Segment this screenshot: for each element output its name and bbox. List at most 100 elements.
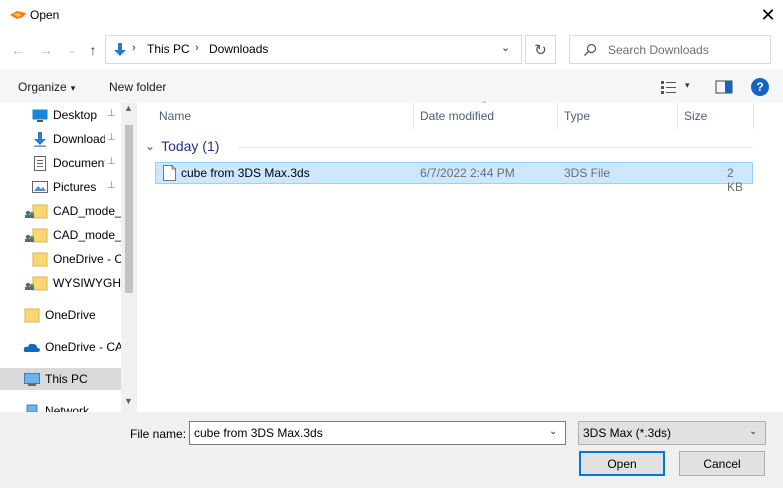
nav-item-onedrive-ca[interactable]: OneDrive - CA	[0, 336, 121, 358]
group-divider	[238, 147, 753, 148]
help-icon[interactable]: ?	[751, 78, 769, 96]
nav-item-pictures[interactable]: Pictures ⊥	[0, 176, 121, 198]
breadcrumb-separator: ›	[132, 42, 136, 54]
nav-item-cad-mode-2[interactable]: CAD_mode_	[0, 224, 121, 246]
up-button[interactable]: ↑	[84, 41, 102, 59]
column-divider[interactable]	[413, 103, 414, 129]
document-icon	[34, 156, 46, 171]
search-input[interactable]	[608, 41, 763, 59]
nav-item-documents[interactable]: Documents ⊥	[0, 152, 121, 174]
window-title: Open	[30, 8, 60, 22]
nav-item-network[interactable]: Network	[0, 400, 121, 412]
view-options-icon[interactable]	[660, 80, 678, 94]
folder-icon	[24, 308, 40, 323]
nav-item-label: CAD_mode_	[53, 204, 121, 218]
app-icon	[10, 11, 26, 19]
column-divider[interactable]	[677, 103, 678, 129]
help-glyph[interactable]: ?	[756, 80, 763, 94]
desktop-icon	[32, 109, 48, 122]
file-type-select[interactable]: 3DS Max (*.3ds) ⌄	[578, 421, 766, 445]
column-header-type[interactable]: Type	[564, 103, 590, 129]
file-name-input[interactable]	[194, 425, 539, 441]
new-folder-button[interactable]: New folder	[109, 80, 166, 94]
navigation-pane: Desktop ⊥ Downloads ⊥ Documents ⊥ Pictur…	[0, 103, 137, 412]
shared-folder-icon	[25, 228, 48, 243]
nav-item-label: Downloads	[53, 132, 105, 146]
this-pc-icon	[24, 373, 40, 386]
chevron-down-icon[interactable]: ⌄	[749, 426, 757, 437]
download-folder-icon	[114, 43, 126, 56]
view-caret-icon[interactable]: ▾	[685, 80, 690, 91]
close-button[interactable]: ✕	[756, 4, 780, 26]
file-date-cell: 6/7/2022 2:44 PM	[420, 166, 515, 180]
breadcrumb-separator: ›	[195, 42, 199, 54]
collapse-chevron-icon[interactable]: ⌄	[145, 139, 155, 153]
address-dropdown-icon[interactable]: ⌄	[501, 41, 510, 54]
scroll-down-icon[interactable]: ▼	[124, 396, 133, 406]
forward-button[interactable]: →	[37, 41, 55, 59]
close-icon[interactable]: ✕	[760, 5, 775, 26]
nav-scrollbar[interactable]: ▲ ▼	[121, 103, 137, 412]
address-bar[interactable]: › This PC › Downloads ⌄	[105, 35, 522, 64]
scroll-up-icon[interactable]: ▲	[124, 103, 133, 113]
group-label: Today (1)	[161, 138, 220, 154]
group-header-today[interactable]: ⌄ Today (1)	[145, 138, 219, 154]
column-header-size[interactable]: Size	[684, 103, 707, 129]
file-list: Name ⌃ Date modified Type Size ⌄ Today (…	[137, 100, 783, 412]
organize-button[interactable]: Organize ▾	[18, 80, 75, 94]
nav-item-label: Desktop	[53, 108, 98, 122]
table-row[interactable]: cube from 3DS Max.3ds 6/7/2022 2:44 PM 3…	[155, 162, 753, 194]
refresh-icon[interactable]: ↻	[534, 41, 547, 59]
nav-item-this-pc[interactable]: This PC	[0, 368, 121, 390]
nav-item-label: Pictures	[53, 180, 97, 194]
download-icon	[34, 132, 46, 147]
file-type-value[interactable]: 3DS Max (*.3ds)	[583, 426, 671, 440]
breadcrumb-downloads[interactable]: Downloads	[209, 42, 268, 56]
recent-locations-button[interactable]: ⌄	[63, 41, 81, 59]
column-header-date-modified[interactable]: Date modified	[420, 103, 494, 129]
shared-folder-icon	[25, 204, 48, 219]
file-name-label: File name:	[130, 427, 187, 441]
folder-icon	[32, 252, 48, 267]
pin-icon: ⊥	[107, 156, 116, 167]
nav-item-label: OneDrive - CA	[45, 340, 121, 354]
nav-item-label: WYSIWYGHe	[53, 276, 121, 290]
network-icon	[26, 404, 38, 412]
pin-icon: ⊥	[107, 132, 116, 143]
chevron-down-icon[interactable]: ⌄	[549, 426, 557, 437]
caret-down-icon[interactable]: ▾	[71, 83, 76, 93]
nav-item-desktop[interactable]: Desktop ⊥	[0, 104, 121, 126]
up-arrow-icon[interactable]: ↑	[90, 42, 97, 58]
preview-pane-icon[interactable]	[715, 80, 733, 94]
cancel-button[interactable]: Cancel	[679, 451, 765, 476]
file-size-cell: 2 KB	[727, 166, 744, 194]
nav-item-label: Documents	[53, 156, 105, 170]
organize-label[interactable]: Organize	[18, 80, 67, 94]
nav-item-onedrive[interactable]: OneDrive	[0, 304, 121, 326]
breadcrumb-this-pc[interactable]: This PC	[147, 42, 190, 56]
column-divider[interactable]	[557, 103, 558, 129]
nav-item-label: Network	[45, 404, 90, 412]
column-divider[interactable]	[753, 103, 754, 129]
chevron-down-icon[interactable]: ⌄	[68, 45, 76, 56]
file-name-combobox[interactable]: ⌄	[189, 421, 566, 445]
nav-item-cad-mode-1[interactable]: CAD_mode_	[0, 200, 121, 222]
title-bar: Open ✕	[0, 0, 783, 30]
nav-item-wysiwyg[interactable]: WYSIWYGHe	[0, 272, 121, 294]
refresh-button[interactable]: ↻	[525, 35, 556, 64]
nav-item-onedrive-c[interactable]: OneDrive - C	[0, 248, 121, 270]
forward-arrow-icon[interactable]: →	[39, 42, 53, 58]
nav-item-label: CAD_mode_	[53, 228, 121, 242]
nav-item-label: OneDrive - C	[53, 252, 121, 266]
open-button[interactable]: Open	[579, 451, 665, 476]
file-name-cell: cube from 3DS Max.3ds	[181, 166, 310, 180]
back-button[interactable]: ←	[9, 41, 27, 59]
search-box[interactable]	[569, 35, 771, 64]
scrollbar-thumb[interactable]	[125, 125, 133, 293]
file-icon	[163, 165, 176, 181]
pictures-icon	[32, 181, 48, 193]
search-icon	[584, 43, 597, 56]
nav-item-downloads[interactable]: Downloads ⊥	[0, 128, 121, 150]
back-arrow-icon[interactable]: ←	[11, 42, 25, 58]
column-header-name[interactable]: Name	[159, 103, 191, 129]
